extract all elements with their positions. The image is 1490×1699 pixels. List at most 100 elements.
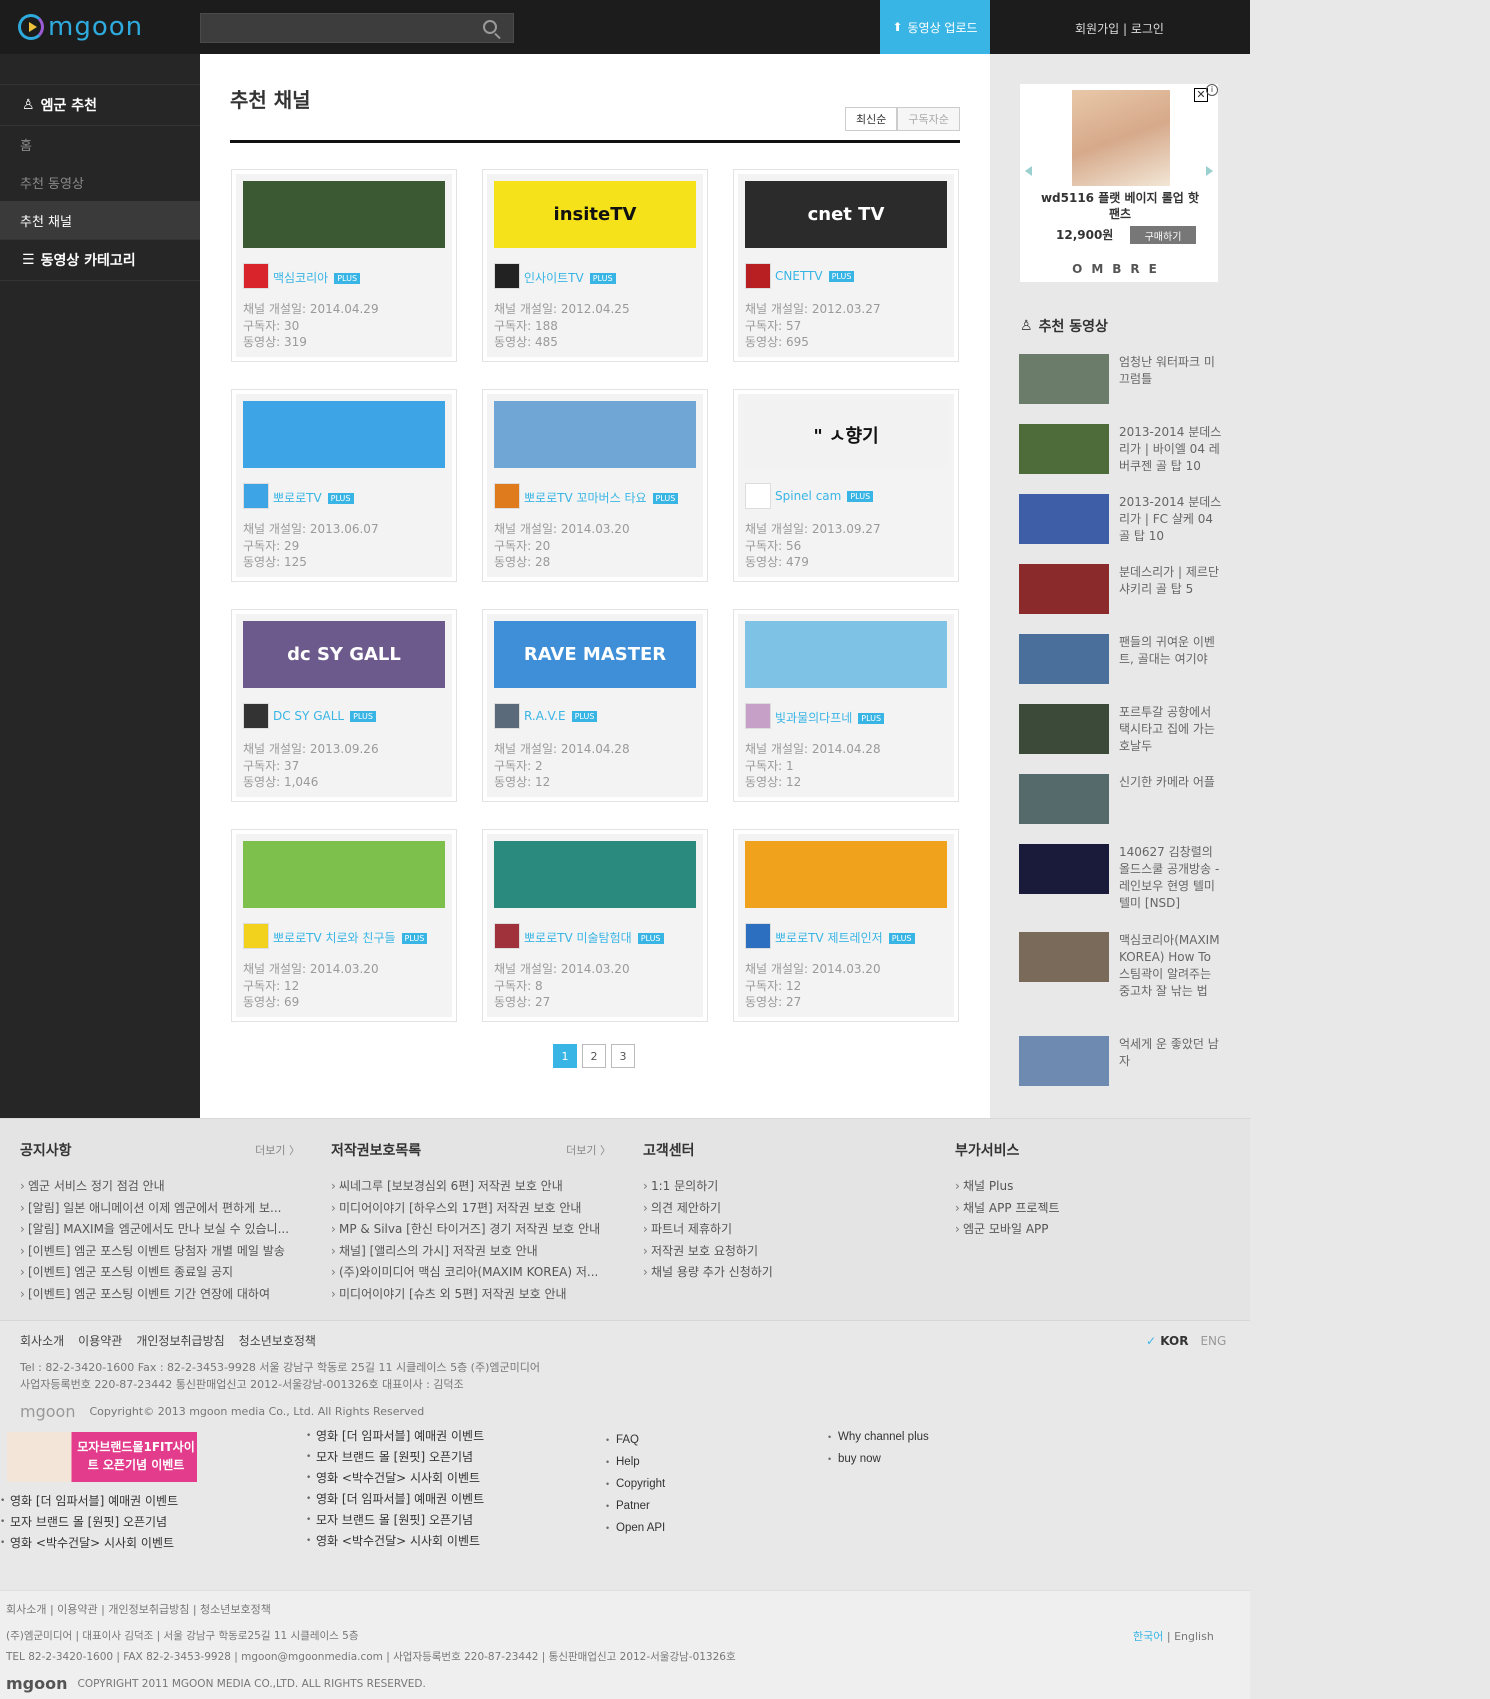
video-thumbnail[interactable]: [1019, 564, 1109, 614]
channel-banner[interactable]: [745, 841, 947, 908]
lang-eng-option[interactable]: ENG: [1200, 1334, 1226, 1348]
recommended-video-item[interactable]: 2013-2014 분데스리가 | FC 샬케 04 골 탑 10: [1019, 494, 1229, 554]
sidebar-item-home[interactable]: 홈: [0, 125, 200, 163]
sidebar-section-categories[interactable]: ☰ 동영상 카테고리: [0, 239, 200, 281]
footer-link-item[interactable]: 의견 제안하기: [643, 1198, 923, 1220]
footer-link-item[interactable]: (주)와이미디어 맥심 코리아(MAXIM KOREA) 저...: [331, 1262, 611, 1284]
channel-card[interactable]: cnet TV CNETTV PLUS 채널 개설일: 2012.03.27 구독자: …: [733, 169, 959, 362]
legacy-footer-links[interactable]: 회사소개 | 이용약관 | 개인정보취급방침 | 청소년보호정책: [6, 1601, 271, 1617]
arrow-left-icon[interactable]: [1025, 166, 1032, 176]
channel-name-link[interactable]: 뽀로로TV 꼬마버스 타요 PLUS: [524, 489, 679, 506]
video-title[interactable]: 분데스리가 | 제르단 샤키리 골 탑 5: [1119, 564, 1225, 598]
channel-banner[interactable]: [243, 401, 445, 468]
channel-card[interactable]: 뽀로로TV 미술탐험대 PLUS 채널 개설일: 2014.03.20 구독자: 8 동…: [482, 829, 708, 1022]
advertisement[interactable]: ✕ i wd5116 플랫 베이지 롤업 핫팬츠 12,900원 구매하기 OM…: [1020, 84, 1218, 282]
legacy-list-item[interactable]: Open API: [606, 1517, 665, 1539]
ad-buy-button[interactable]: 구매하기: [1130, 226, 1196, 244]
recommended-video-item[interactable]: 신기한 카메라 어플: [1019, 774, 1229, 834]
channel-name-link[interactable]: CNETTV PLUS: [775, 269, 855, 283]
channel-card[interactable]: 뽀로로TV 꼬마버스 타요 PLUS 채널 개설일: 2014.03.20 구독자: …: [482, 389, 708, 582]
sort-latest-button[interactable]: 최신순: [845, 107, 898, 131]
channel-avatar[interactable]: [494, 703, 520, 729]
recommended-video-item[interactable]: 140627 김창렬의 올드스쿨 공개방송 - 레인보우 현영 텔미텔미 [NS…: [1019, 844, 1229, 910]
recommended-video-item[interactable]: 맥심코리아(MAXIM KOREA) How To 스팀곽이 알려주는 중고차 …: [1019, 932, 1229, 998]
recommended-video-item[interactable]: 2013-2014 분데스리가 | 바이엘 04 레버쿠젠 골 탑 10: [1019, 424, 1229, 484]
video-thumbnail[interactable]: [1019, 844, 1109, 894]
video-title[interactable]: 맥심코리아(MAXIM KOREA) How To 스팀곽이 알려주는 중고차 …: [1119, 932, 1225, 1000]
legacy-list-item[interactable]: 영화 [더 임파서블] 예매권 이벤트: [306, 1426, 484, 1447]
more-link[interactable]: 더보기 〉: [566, 1142, 611, 1158]
video-thumbnail[interactable]: [1019, 1036, 1109, 1086]
channel-card[interactable]: insiteTV 인사이트TV PLUS 채널 개설일: 2012.04.25 구독자:…: [482, 169, 708, 362]
legacy-list-item[interactable]: 영화 <박수건달> 시사회 이벤트: [306, 1468, 484, 1489]
channel-banner[interactable]: cnet TV: [745, 181, 947, 248]
video-title[interactable]: 엄청난 워터파크 미끄럼틀: [1119, 354, 1225, 388]
event-banner[interactable]: 모자브랜드몰1FIT사이트 오픈기념 이벤트: [7, 1432, 197, 1482]
channel-avatar[interactable]: [494, 263, 520, 289]
page-1-button[interactable]: 1: [553, 1044, 577, 1068]
legacy-list-item[interactable]: 영화 <박수건달> 시사회 이벤트: [0, 1533, 178, 1554]
footer-link-item[interactable]: 미디어이야기 [슈츠 외 5편] 저작권 보호 안내: [331, 1284, 611, 1306]
channel-card[interactable]: dc SY GALL DC SY GALL PLUS 채널 개설일: 2013.09.…: [231, 609, 457, 802]
channel-name-link[interactable]: 빛과물의다프네 PLUS: [775, 709, 885, 726]
channel-avatar[interactable]: [494, 483, 520, 509]
legacy-list-item[interactable]: 모자 브랜드 몰 [원핏] 오픈기념: [306, 1447, 484, 1468]
channel-avatar[interactable]: [243, 703, 269, 729]
page-3-button[interactable]: 3: [611, 1044, 635, 1068]
video-title[interactable]: 억세게 운 좋았던 남자: [1119, 1036, 1225, 1070]
channel-avatar[interactable]: [745, 703, 771, 729]
recommended-video-item[interactable]: 엄청난 워터파크 미끄럼틀: [1019, 354, 1229, 414]
channel-card[interactable]: RAVE MASTER R.A.V.E PLUS 채널 개설일: 2014.04.28…: [482, 609, 708, 802]
channel-name-link[interactable]: 뽀로로TV 치로와 친구들 PLUS: [273, 929, 428, 946]
upload-video-button[interactable]: ⬆ 동영상 업로드: [880, 0, 990, 54]
video-thumbnail[interactable]: [1019, 424, 1109, 474]
footer-link-item[interactable]: [이벤트] 엠군 포스팅 이벤트 종료일 공지: [20, 1262, 300, 1284]
legacy-list-item[interactable]: buy now: [828, 1448, 929, 1470]
footer-link-terms[interactable]: 이용약관: [78, 1332, 122, 1349]
channel-avatar[interactable]: [745, 263, 771, 289]
video-title[interactable]: 포르투갈 공항에서 택시타고 집에 가는 호날두: [1119, 704, 1225, 755]
channel-banner[interactable]: " ㅅ향기: [745, 401, 947, 468]
page-2-button[interactable]: 2: [582, 1044, 606, 1068]
channel-avatar[interactable]: [243, 483, 269, 509]
channel-card[interactable]: " ㅅ향기 Spinel cam PLUS 채널 개설일: 2013.09.27 구독자…: [733, 389, 959, 582]
footer-link-item[interactable]: 엠군 서비스 정기 점검 안내: [20, 1176, 300, 1198]
channel-name-link[interactable]: DC SY GALL PLUS: [273, 709, 376, 723]
channel-card[interactable]: 뽀로로TV PLUS 채널 개설일: 2013.06.07 구독자: 29 동영상: 1…: [231, 389, 457, 582]
legacy-list-item[interactable]: Help: [606, 1451, 665, 1473]
video-title[interactable]: 팬들의 귀여운 이벤트, 골대는 여기야: [1119, 634, 1225, 668]
footer-link-item[interactable]: [이벤트] 엠군 포스팅 이벤트 기간 연장에 대하여: [20, 1284, 300, 1306]
video-thumbnail[interactable]: [1019, 774, 1109, 824]
footer-link-item[interactable]: 엠군 모바일 APP: [955, 1219, 1235, 1241]
footer-link-item[interactable]: 채널 Plus: [955, 1176, 1235, 1198]
footer-link-item[interactable]: 저작권 보호 요청하기: [643, 1241, 923, 1263]
channel-banner[interactable]: [243, 841, 445, 908]
video-title[interactable]: 2013-2014 분데스리가 | FC 샬케 04 골 탑 10: [1119, 494, 1225, 545]
video-title[interactable]: 2013-2014 분데스리가 | 바이엘 04 레버쿠젠 골 탑 10: [1119, 424, 1225, 475]
channel-card[interactable]: 맥심코리아 PLUS 채널 개설일: 2014.04.29 구독자: 30 동영상: 3…: [231, 169, 457, 362]
channel-banner[interactable]: [494, 401, 696, 468]
recommended-video-item[interactable]: 억세게 운 좋았던 남자: [1019, 1036, 1229, 1096]
ad-product-image[interactable]: [1072, 90, 1170, 186]
channel-avatar[interactable]: [745, 483, 771, 509]
video-thumbnail[interactable]: [1019, 354, 1109, 404]
footer-link-item[interactable]: 채널 APP 프로젝트: [955, 1198, 1235, 1220]
channel-banner[interactable]: [745, 621, 947, 688]
channel-name-link[interactable]: R.A.V.E PLUS: [524, 709, 598, 723]
footer-link-item[interactable]: MP & Silva [한신 타이거즈] 경기 저작권 보호 안내: [331, 1219, 611, 1241]
channel-banner[interactable]: [243, 181, 445, 248]
video-thumbnail[interactable]: [1019, 932, 1109, 982]
footer-link-item[interactable]: 채널 용량 추가 신청하기: [643, 1262, 923, 1284]
legacy-list-item[interactable]: 영화 <박수건달> 시사회 이벤트: [306, 1531, 484, 1552]
recommended-video-item[interactable]: 포르투갈 공항에서 택시타고 집에 가는 호날두: [1019, 704, 1229, 764]
search-icon[interactable]: [483, 20, 497, 34]
channel-name-link[interactable]: 뽀로로TV 제트레인저 PLUS: [775, 929, 915, 946]
more-link[interactable]: 더보기 〉: [255, 1142, 300, 1158]
video-thumbnail[interactable]: [1019, 704, 1109, 754]
lang-kor-option[interactable]: ✓ KOR: [1146, 1334, 1188, 1348]
footer-link-item[interactable]: 미디어이야기 [하우스외 17편] 저작권 보호 안내: [331, 1198, 611, 1220]
channel-banner[interactable]: insiteTV: [494, 181, 696, 248]
channel-banner[interactable]: dc SY GALL: [243, 621, 445, 688]
footer-link-item[interactable]: [알림] MAXIM을 엠군에서도 만나 보실 수 있습니...: [20, 1219, 300, 1241]
lang-korean-link[interactable]: 한국어: [1133, 1630, 1163, 1643]
